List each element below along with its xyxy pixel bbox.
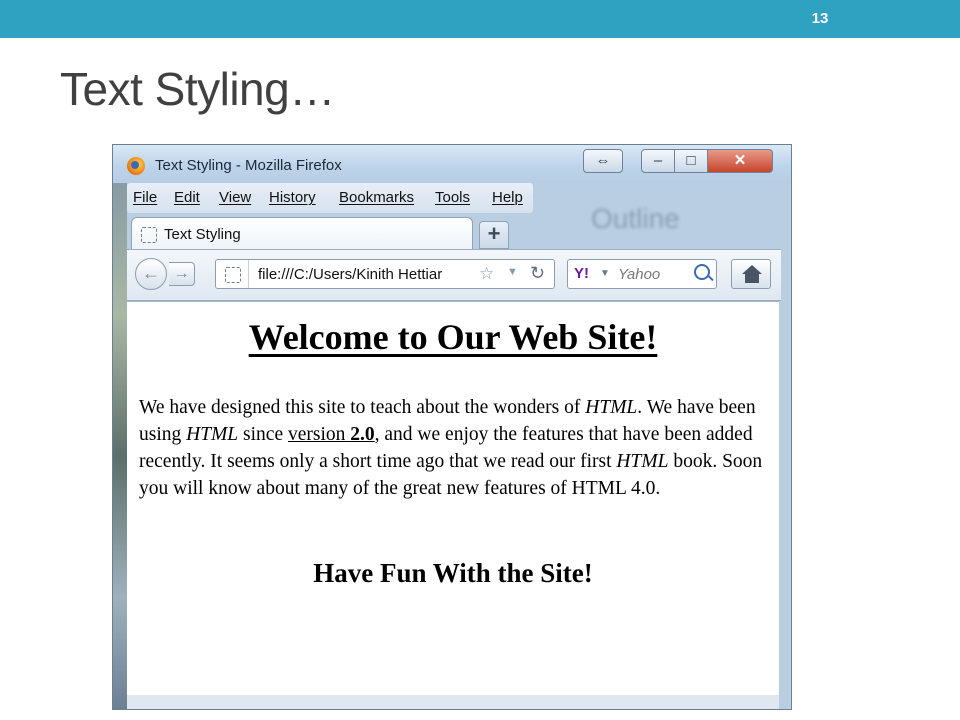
search-icon[interactable]	[694, 264, 714, 282]
menu-bar: File Edit View History Bookmarks Tools H…	[127, 183, 533, 213]
url-dropdown-icon[interactable]: ▼	[507, 266, 518, 278]
window-titlebar[interactable]: Text Styling - Mozilla Firefox ⇔ – □ ✕	[113, 145, 791, 183]
paragraph-text: since	[238, 424, 288, 445]
menu-edit[interactable]: Edit	[174, 189, 200, 206]
version-underlined: version 2.0	[288, 424, 375, 445]
restore-alt-button[interactable]: ⇔	[583, 149, 623, 173]
background-blurred-text: Outline	[591, 203, 680, 234]
tab-label: Text Styling	[164, 226, 241, 243]
bookmark-star-icon[interactable]: ☆	[479, 264, 494, 284]
desktop-background	[113, 145, 127, 709]
menu-file[interactable]: File	[133, 189, 157, 206]
url-bar[interactable]: file:///C:/Users/Kinith Hettiar ☆ ▼ ↻	[215, 259, 555, 289]
maximize-button[interactable]: □	[674, 149, 708, 173]
url-text[interactable]: file:///C:/Users/Kinith Hettiar	[258, 266, 476, 283]
minimize-button[interactable]: –	[641, 149, 675, 173]
reload-icon[interactable]: ↻	[530, 263, 545, 284]
navigation-toolbar: ← → file:///C:/Users/Kinith Hettiar ☆ ▼ …	[127, 249, 781, 301]
search-engine-dropdown-icon[interactable]: ▼	[600, 268, 610, 279]
paragraph-emphasis: HTML	[585, 397, 638, 418]
search-input[interactable]: Yahoo	[618, 266, 660, 283]
menu-tools[interactable]: Tools	[435, 189, 470, 206]
back-button[interactable]: ←	[135, 258, 167, 290]
menu-help[interactable]: Help	[492, 189, 523, 206]
window-title: Text Styling - Mozilla Firefox	[155, 157, 342, 174]
page-paragraph: We have designed this site to teach abou…	[139, 394, 767, 502]
menu-view[interactable]: View	[219, 189, 251, 206]
firefox-icon	[127, 157, 145, 175]
slide-header-bar: 13	[0, 0, 960, 38]
browser-window: Text Styling - Mozilla Firefox ⇔ – □ ✕ O…	[112, 144, 792, 710]
paragraph-emphasis: HTML	[186, 424, 239, 445]
yahoo-icon[interactable]: Y!	[574, 265, 589, 282]
tab-text-styling[interactable]: Text Styling	[131, 217, 473, 251]
slide-title: Text Styling…	[60, 63, 335, 115]
search-bar[interactable]: Y! ▼ Yahoo	[567, 259, 717, 289]
version-number-bold: 2.0	[350, 424, 375, 445]
home-button[interactable]	[731, 259, 771, 289]
version-text: version	[288, 424, 351, 445]
page-heading: Welcome to Our Web Site!	[248, 317, 658, 357]
page-subheading: Have Fun With the Site!	[313, 558, 593, 588]
menu-history[interactable]: History	[269, 189, 316, 206]
home-icon	[742, 265, 762, 274]
site-identity-icon[interactable]	[225, 267, 241, 283]
slide-number: 13	[811, 10, 829, 27]
page-favicon-icon	[141, 227, 157, 243]
paragraph-text: We have designed this site to teach abou…	[139, 397, 586, 418]
page-content: Welcome to Our Web Site! We have designe…	[127, 301, 779, 696]
new-tab-button[interactable]: +	[479, 221, 509, 249]
close-button[interactable]: ✕	[707, 149, 773, 173]
forward-button[interactable]: →	[169, 262, 195, 286]
menu-bookmarks[interactable]: Bookmarks	[339, 189, 414, 206]
paragraph-emphasis: HTML	[616, 451, 669, 472]
url-separator	[248, 260, 249, 288]
status-bar	[127, 695, 779, 709]
